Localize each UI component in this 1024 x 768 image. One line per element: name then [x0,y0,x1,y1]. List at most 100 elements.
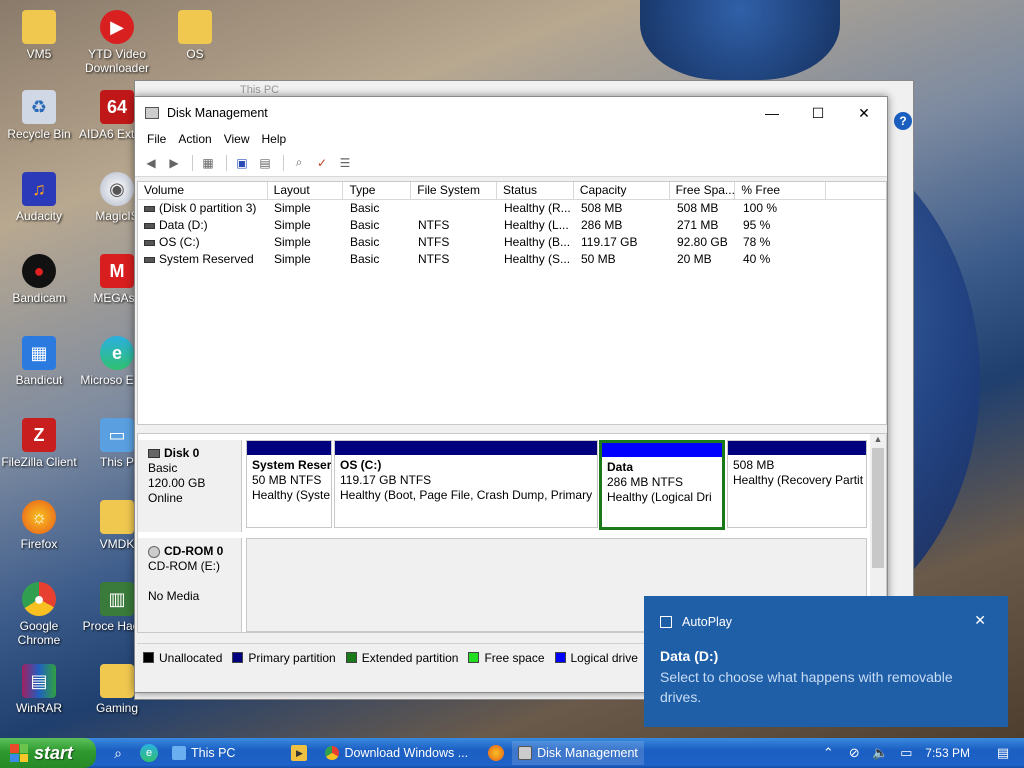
bandicam-icon: ● [22,254,56,288]
desktop-icon-chrome[interactable]: ● Google Chrome [0,582,78,647]
network-icon[interactable]: ⊘ [845,745,863,761]
legend-label: Logical drive [570,650,638,665]
desktop-icon-ytd[interactable]: ▶ YTD Video Downloader [78,10,156,75]
partition-recovery[interactable]: 508 MB Healthy (Recovery Partit [727,440,867,528]
layout-cell: Simple [274,218,311,232]
task-download-windows[interactable]: Download Windows ... [319,741,474,765]
volume-icon[interactable]: 🔈 [871,745,889,761]
percent-free-cell: 40 % [743,252,771,266]
free-space-cell: 508 MB [677,201,719,215]
partition-status: Healthy (Recovery Partit [733,473,864,487]
free-space-cell: 271 MB [677,218,719,232]
partition-data-d[interactable]: Data 286 MB NTFS Healthy (Logical Dri [599,440,725,530]
desktop-icon-firefox[interactable]: ☼ Firefox [0,500,78,551]
col-type[interactable]: Type [343,182,412,199]
menu-help[interactable]: Help [256,132,293,146]
task-this-pc[interactable]: This PC [166,741,241,765]
percent-free-cell: 95 % [743,218,771,232]
cdrom0-name: CD-ROM 0 [164,544,224,558]
volume-list[interactable]: Volume Layout Type File System Status Ca… [137,181,887,425]
desktop-icon-bandicut[interactable]: ▦ Bandicut [0,336,78,387]
status-cell: Healthy (S... [504,252,571,266]
desktop-icon-audacity[interactable]: ♫ Audacity [0,172,78,223]
col-percent-free[interactable]: % Free [735,182,827,199]
partition-os-c[interactable]: OS (C:) 119.17 GB NTFS Healthy (Boot, Pa… [334,440,598,528]
minimize-button[interactable]: — [749,97,795,129]
partition-system-reserved[interactable]: System Reser 50 MB NTFS Healthy (Syste [246,440,332,528]
window-title: Disk Management [167,106,268,120]
col-free-space[interactable]: Free Spa... [670,182,736,199]
col-file-system[interactable]: File System [411,182,498,199]
maximize-button[interactable]: ☐ [795,97,841,129]
partition-status: Healthy (Logical Dri [607,490,712,504]
volume-name-cell: Data (D:) [138,217,268,234]
desktop-icon-filezilla[interactable]: Z FileZilla Client [0,418,78,469]
clock[interactable]: 7:53 PM [925,746,970,760]
help-book-icon[interactable]: ▣ [232,154,252,172]
back-arrow-icon[interactable]: ◀ [141,154,161,172]
partition-name: System Reser [252,458,331,472]
volume-row[interactable]: System Reserved Simple Basic NTFS Health… [138,251,886,268]
volume-row[interactable]: (Disk 0 partition 3) Simple Basic Health… [138,200,886,217]
desktop-icon-vm5[interactable]: VM5 [0,10,78,61]
edge-taskbar-icon[interactable]: e [140,744,158,762]
layout-cell: Simple [274,201,311,215]
col-status[interactable]: Status [497,182,574,199]
desktop-icon-bandicam[interactable]: ● Bandicam [0,254,78,305]
menu-view[interactable]: View [218,132,256,146]
properties-icon[interactable]: ▤ [255,154,275,172]
autoplay-notification[interactable]: AutoPlay ✕ Data (D:) Select to choose wh… [644,596,1008,727]
col-layout[interactable]: Layout [268,182,344,199]
desktop-icon-os[interactable]: OS [156,10,234,61]
desktop-icon-winrar[interactable]: ▤ WinRAR [0,664,78,715]
edge-icon: e [100,336,134,370]
media-player-icon[interactable]: ▶ [291,745,308,761]
menu-file[interactable]: File [141,132,172,146]
legend-swatch [345,652,357,663]
col-capacity[interactable]: Capacity [574,182,670,199]
search-icon[interactable]: ⌕ [108,743,128,763]
forward-arrow-icon[interactable]: ▶ [164,154,184,172]
this-pc-icon: ▭ [100,418,134,452]
title-bar[interactable]: Disk Management — ☐ ✕ [135,97,887,129]
col-volume[interactable]: Volume [138,182,268,199]
scrollbar-thumb[interactable] [872,448,884,568]
help-icon[interactable]: ? [894,112,912,130]
toast-title: Data (D:) [660,648,719,664]
volume-row[interactable]: OS (C:) Simple Basic NTFS Healthy (B... … [138,234,886,251]
folder-icon [22,10,56,44]
chevron-up-icon[interactable]: ⌃ [819,745,837,761]
close-icon[interactable]: ✕ [974,612,986,629]
toolbar-separator [192,154,193,171]
volume-name: OS (C:) [159,235,200,249]
list-view-icon[interactable]: ☰ [335,154,355,172]
task-label: Download Windows ... [344,746,469,760]
task-disk-management[interactable]: Disk Management [512,741,644,765]
check-icon[interactable]: ✓ [312,154,332,172]
folder-icon [178,10,212,44]
disk0-type: Basic [148,461,178,475]
menu-bar: File Action View Help [135,129,887,149]
display-icon[interactable]: ▭ [897,745,915,761]
mega-icon: M [100,254,134,288]
toolbar-separator [226,154,227,171]
drive-icon [144,256,155,263]
task-label: This PC [191,746,236,760]
firefox-taskbar-icon[interactable] [488,745,505,761]
notification-center-icon[interactable]: ▤ [994,745,1012,761]
volume-name-cell: (Disk 0 partition 3) [138,200,268,217]
menu-action[interactable]: Action [172,132,217,146]
window-controls: — ☐ ✕ [749,97,887,129]
partition-size: 50 MB NTFS [252,473,322,487]
close-button[interactable]: ✕ [841,97,887,129]
legend-label: Extended partition [361,650,459,665]
console-tree-icon[interactable]: ▦ [198,154,218,172]
desktop-icon-recycle-bin[interactable]: ♻ Recycle Bin [0,90,78,141]
disk0-label[interactable]: Disk 0 Basic 120.00 GB Online [138,440,242,532]
audacity-icon: ♫ [22,172,56,206]
cdrom0-label[interactable]: CD-ROM 0 CD-ROM (E:) No Media [138,538,242,632]
volume-row[interactable]: Data (D:) Simple Basic NTFS Healthy (L..… [138,217,886,234]
connect-icon[interactable]: ⌕ [289,154,309,172]
scroll-up-arrow-icon[interactable]: ▲ [870,434,886,448]
start-button[interactable]: start [0,738,96,768]
